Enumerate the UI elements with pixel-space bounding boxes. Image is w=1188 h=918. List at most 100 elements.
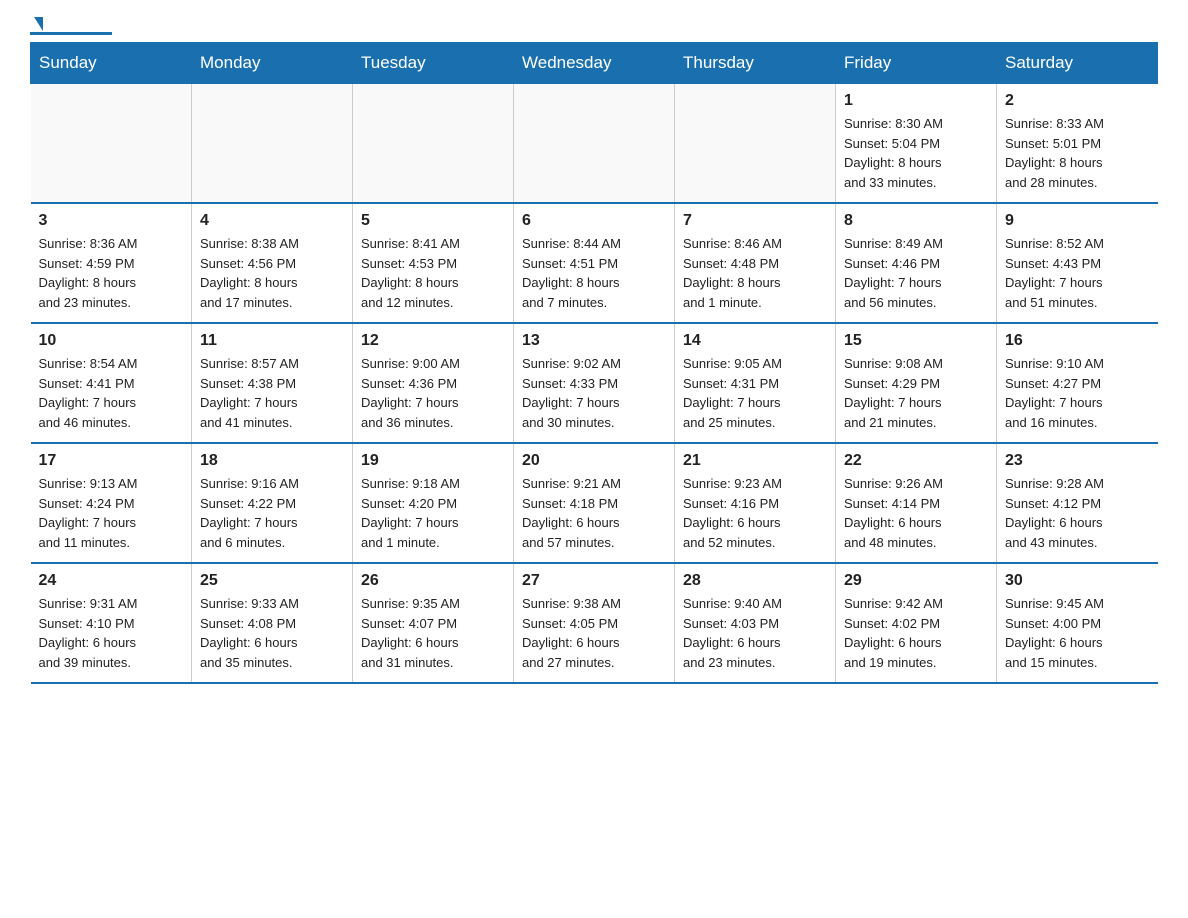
day-cell: 10 Sunrise: 8:54 AM Sunset: 4:41 PM Dayli…	[31, 323, 192, 443]
day-info: Sunrise: 8:44 AM Sunset: 4:51 PM Dayligh…	[522, 234, 666, 312]
day-number: 26	[361, 572, 505, 590]
day-info: Sunrise: 9:10 AM Sunset: 4:27 PM Dayligh…	[1005, 354, 1150, 432]
day-number: 19	[361, 452, 505, 470]
week-row-0: 1 Sunrise: 8:30 AM Sunset: 5:04 PM Daylig…	[31, 84, 1158, 204]
day-number: 24	[39, 572, 184, 590]
header-monday: Monday	[192, 43, 353, 84]
day-cell: 27 Sunrise: 9:38 AM Sunset: 4:05 PM Dayli…	[514, 563, 675, 683]
day-number: 16	[1005, 332, 1150, 350]
day-info: Sunrise: 9:42 AM Sunset: 4:02 PM Dayligh…	[844, 594, 988, 672]
day-cell: 15Sunrise: 9:08 AM Sunset: 4:29 PM Dayli…	[836, 323, 997, 443]
header-sunday: Sunday	[31, 43, 192, 84]
day-cell: 2 Sunrise: 8:33 AM Sunset: 5:01 PM Daylig…	[997, 84, 1158, 204]
day-number: 28	[683, 572, 827, 590]
day-number: 20	[522, 452, 666, 470]
day-number: 30	[1005, 572, 1150, 590]
week-row-1: 3 Sunrise: 8:36 AM Sunset: 4:59 PM Daylig…	[31, 203, 1158, 323]
calendar-body: 1 Sunrise: 8:30 AM Sunset: 5:04 PM Daylig…	[31, 84, 1158, 684]
day-info: Sunrise: 9:38 AM Sunset: 4:05 PM Dayligh…	[522, 594, 666, 672]
day-info: Sunrise: 9:28 AM Sunset: 4:12 PM Dayligh…	[1005, 474, 1150, 552]
day-cell: 16 Sunrise: 9:10 AM Sunset: 4:27 PM Dayli…	[997, 323, 1158, 443]
day-cell: 8Sunrise: 8:49 AM Sunset: 4:46 PM Daylig…	[836, 203, 997, 323]
day-number: 25	[200, 572, 344, 590]
day-info: Sunrise: 9:13 AM Sunset: 4:24 PM Dayligh…	[39, 474, 184, 552]
day-cell: 17 Sunrise: 9:13 AM Sunset: 4:24 PM Dayli…	[31, 443, 192, 563]
day-info: Sunrise: 9:26 AM Sunset: 4:14 PM Dayligh…	[844, 474, 988, 552]
day-number: 14	[683, 332, 827, 350]
day-cell: 6 Sunrise: 8:44 AM Sunset: 4:51 PM Daylig…	[514, 203, 675, 323]
day-info: Sunrise: 9:45 AM Sunset: 4:00 PM Dayligh…	[1005, 594, 1150, 672]
day-number: 10	[39, 332, 184, 350]
day-cell: 23 Sunrise: 9:28 AM Sunset: 4:12 PM Dayli…	[997, 443, 1158, 563]
day-number: 1	[844, 92, 988, 110]
header-tuesday: Tuesday	[353, 43, 514, 84]
calendar-table: SundayMondayTuesdayWednesdayThursdayFrid…	[30, 42, 1158, 684]
day-info: Sunrise: 9:00 AM Sunset: 4:36 PM Dayligh…	[361, 354, 505, 432]
day-number: 6	[522, 212, 666, 230]
logo-triangle-icon	[34, 17, 43, 31]
day-number: 18	[200, 452, 344, 470]
logo	[30, 20, 112, 32]
calendar-header: SundayMondayTuesdayWednesdayThursdayFrid…	[31, 43, 1158, 84]
day-number: 5	[361, 212, 505, 230]
day-info: Sunrise: 8:36 AM Sunset: 4:59 PM Dayligh…	[39, 234, 184, 312]
header-friday: Friday	[836, 43, 997, 84]
day-info: Sunrise: 9:40 AM Sunset: 4:03 PM Dayligh…	[683, 594, 827, 672]
day-info: Sunrise: 9:23 AM Sunset: 4:16 PM Dayligh…	[683, 474, 827, 552]
day-cell	[192, 84, 353, 204]
day-cell	[675, 84, 836, 204]
day-number: 13	[522, 332, 666, 350]
day-cell: 26Sunrise: 9:35 AM Sunset: 4:07 PM Dayli…	[353, 563, 514, 683]
day-cell: 25 Sunrise: 9:33 AM Sunset: 4:08 PM Dayli…	[192, 563, 353, 683]
week-row-4: 24 Sunrise: 9:31 AM Sunset: 4:10 PM Dayli…	[31, 563, 1158, 683]
day-cell: 20Sunrise: 9:21 AM Sunset: 4:18 PM Dayli…	[514, 443, 675, 563]
day-cell: 9 Sunrise: 8:52 AM Sunset: 4:43 PM Daylig…	[997, 203, 1158, 323]
header	[30, 20, 1158, 32]
day-info: Sunrise: 9:18 AM Sunset: 4:20 PM Dayligh…	[361, 474, 505, 552]
week-row-2: 10 Sunrise: 8:54 AM Sunset: 4:41 PM Dayli…	[31, 323, 1158, 443]
day-info: Sunrise: 8:38 AM Sunset: 4:56 PM Dayligh…	[200, 234, 344, 312]
day-number: 21	[683, 452, 827, 470]
day-info: Sunrise: 9:16 AM Sunset: 4:22 PM Dayligh…	[200, 474, 344, 552]
day-number: 4	[200, 212, 344, 230]
day-number: 7	[683, 212, 827, 230]
day-info: Sunrise: 8:52 AM Sunset: 4:43 PM Dayligh…	[1005, 234, 1150, 312]
day-cell: 14Sunrise: 9:05 AM Sunset: 4:31 PM Dayli…	[675, 323, 836, 443]
day-cell: 3 Sunrise: 8:36 AM Sunset: 4:59 PM Daylig…	[31, 203, 192, 323]
day-number: 12	[361, 332, 505, 350]
header-thursday: Thursday	[675, 43, 836, 84]
day-info: Sunrise: 8:41 AM Sunset: 4:53 PM Dayligh…	[361, 234, 505, 312]
day-info: Sunrise: 9:33 AM Sunset: 4:08 PM Dayligh…	[200, 594, 344, 672]
day-number: 22	[844, 452, 988, 470]
header-wednesday: Wednesday	[514, 43, 675, 84]
day-cell: 7Sunrise: 8:46 AM Sunset: 4:48 PM Daylig…	[675, 203, 836, 323]
day-info: Sunrise: 9:31 AM Sunset: 4:10 PM Dayligh…	[39, 594, 184, 672]
day-cell: 13Sunrise: 9:02 AM Sunset: 4:33 PM Dayli…	[514, 323, 675, 443]
day-number: 11	[200, 332, 344, 350]
day-cell: 5 Sunrise: 8:41 AM Sunset: 4:53 PM Daylig…	[353, 203, 514, 323]
day-info: Sunrise: 8:54 AM Sunset: 4:41 PM Dayligh…	[39, 354, 184, 432]
day-cell	[353, 84, 514, 204]
day-number: 27	[522, 572, 666, 590]
day-cell	[31, 84, 192, 204]
day-number: 9	[1005, 212, 1150, 230]
day-info: Sunrise: 8:33 AM Sunset: 5:01 PM Dayligh…	[1005, 114, 1150, 192]
day-cell: 18 Sunrise: 9:16 AM Sunset: 4:22 PM Dayli…	[192, 443, 353, 563]
day-cell: 11 Sunrise: 8:57 AM Sunset: 4:38 PM Dayli…	[192, 323, 353, 443]
day-cell: 22 Sunrise: 9:26 AM Sunset: 4:14 PM Dayli…	[836, 443, 997, 563]
day-cell: 4 Sunrise: 8:38 AM Sunset: 4:56 PM Daylig…	[192, 203, 353, 323]
day-cell	[514, 84, 675, 204]
day-info: Sunrise: 8:30 AM Sunset: 5:04 PM Dayligh…	[844, 114, 988, 192]
day-cell: 21 Sunrise: 9:23 AM Sunset: 4:16 PM Dayli…	[675, 443, 836, 563]
day-cell: 28 Sunrise: 9:40 AM Sunset: 4:03 PM Dayli…	[675, 563, 836, 683]
day-cell: 12 Sunrise: 9:00 AM Sunset: 4:36 PM Dayli…	[353, 323, 514, 443]
day-number: 29	[844, 572, 988, 590]
day-number: 8	[844, 212, 988, 230]
day-number: 3	[39, 212, 184, 230]
day-number: 15	[844, 332, 988, 350]
day-cell: 24 Sunrise: 9:31 AM Sunset: 4:10 PM Dayli…	[31, 563, 192, 683]
day-number: 17	[39, 452, 184, 470]
day-number: 2	[1005, 92, 1150, 110]
day-number: 23	[1005, 452, 1150, 470]
day-info: Sunrise: 8:57 AM Sunset: 4:38 PM Dayligh…	[200, 354, 344, 432]
